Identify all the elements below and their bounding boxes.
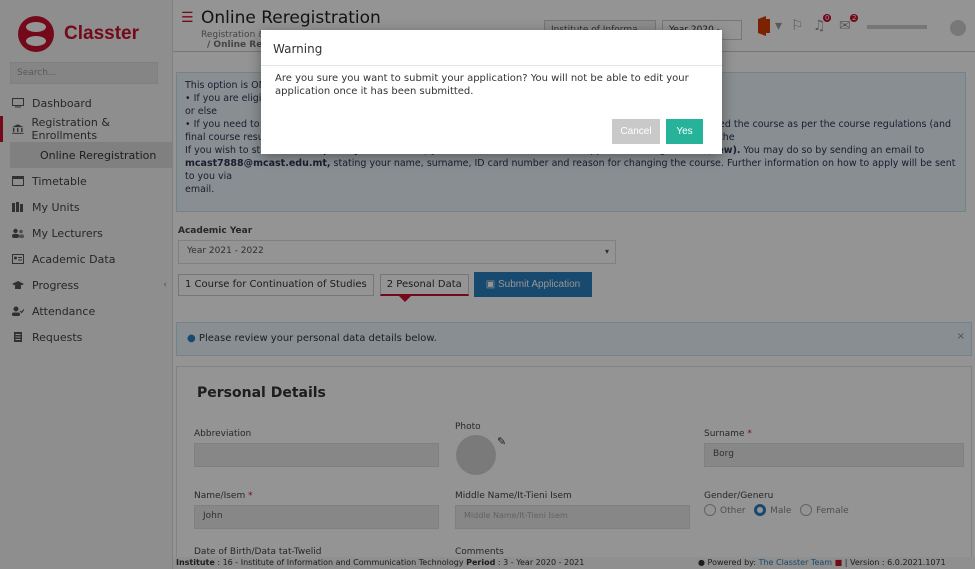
dialog-title: Warning [273,42,323,56]
warning-dialog: Warning Are you sure you want to submit … [261,30,722,154]
cancel-button[interactable]: Cancel [612,119,660,144]
dialog-message: Are you sure you want to submit your app… [275,73,689,97]
yes-button[interactable]: Yes [666,119,703,144]
dialog-divider [261,65,722,66]
